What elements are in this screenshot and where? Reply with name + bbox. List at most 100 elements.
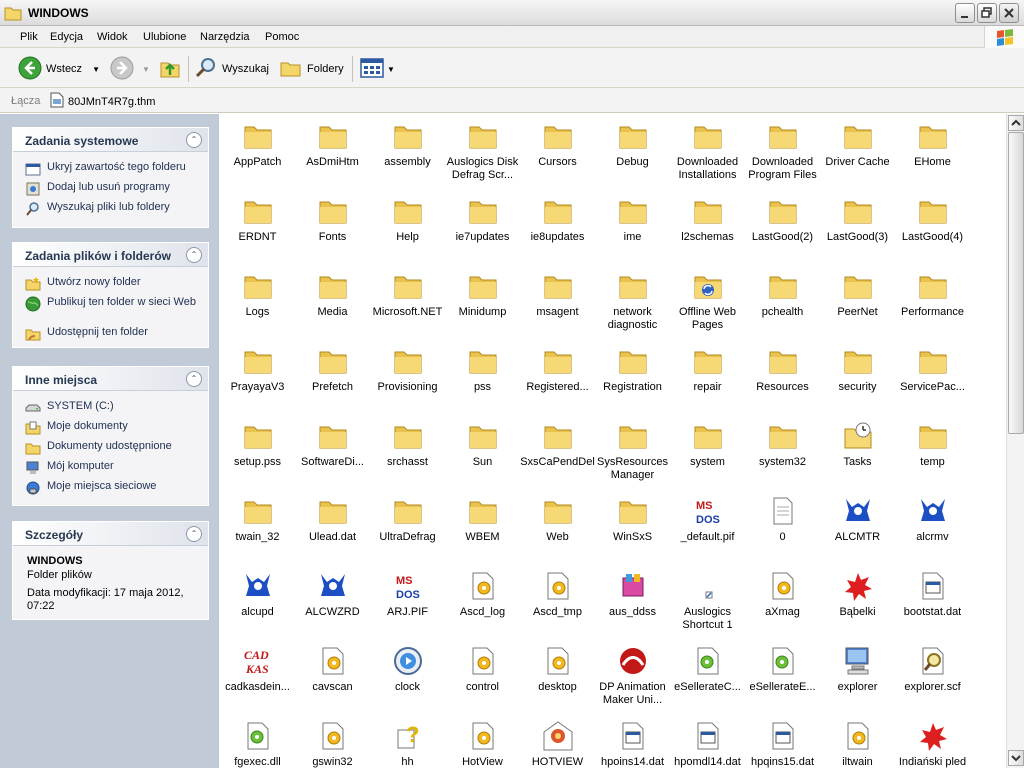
restore-button[interactable] [977,3,997,23]
file-item[interactable]: Downloaded Installations [670,120,745,182]
file-item[interactable]: ServicePac... [895,345,970,394]
file-item[interactable]: pchealth [745,270,820,319]
file-item[interactable]: system32 [745,420,820,469]
file-item[interactable]: aXmag [745,570,820,619]
other-places-header[interactable]: Inne miejsca ⌃ [13,367,208,391]
file-item[interactable]: explorer.scf [895,645,970,694]
file-item[interactable]: SysResources Manager [595,420,670,482]
vertical-scrollbar[interactable] [1006,114,1024,768]
views-button[interactable]: ▼ [360,56,395,82]
file-item[interactable]: HotView [445,720,520,768]
file-item[interactable]: Registered... [520,345,595,394]
views-dropdown-icon[interactable]: ▼ [387,65,395,74]
file-item[interactable]: msagent [520,270,595,319]
file-item[interactable]: Media [295,270,370,319]
file-item[interactable]: pss [445,345,520,394]
file-item[interactable]: Provisioning [370,345,445,394]
add-remove-programs-link[interactable]: Dodaj lub usuń programy [25,181,170,197]
file-item[interactable]: Prefetch [295,345,370,394]
up-folder-button[interactable] [158,56,182,82]
file-item[interactable]: hpqins15.dat [745,720,820,768]
file-item[interactable]: Debug [595,120,670,169]
file-item[interactable]: Help [370,195,445,244]
forward-button[interactable]: ▼ [110,56,150,82]
menu-help[interactable]: Pomoc [265,31,299,43]
shared-documents-link[interactable]: Dokumenty udostępnione [25,440,172,456]
file-item[interactable]: network diagnostic [595,270,670,332]
file-item[interactable]: Microsoft.NET [370,270,445,319]
file-item[interactable]: setup.pss [220,420,295,469]
file-item[interactable]: ? hh [370,720,445,768]
search-files-link[interactable]: Wyszukaj pliki lub foldery [25,201,170,217]
collapse-icon[interactable]: ⌃ [186,132,202,148]
file-item[interactable]: SxsCaPendDel [520,420,595,469]
file-item[interactable]: srchasst [370,420,445,469]
file-item[interactable]: desktop [520,645,595,694]
file-item[interactable]: WinSxS [595,495,670,544]
folders-button[interactable]: Foldery [279,56,344,82]
file-item[interactable]: Performance [895,270,970,319]
file-item[interactable]: MS DOS _default.pif [670,495,745,544]
file-item[interactable]: Web [520,495,595,544]
file-item[interactable]: hpomdl14.dat [670,720,745,768]
file-item[interactable]: repair [670,345,745,394]
file-item[interactable]: 0 [745,495,820,544]
collapse-icon[interactable]: ⌃ [186,371,202,387]
file-item[interactable]: explorer [820,645,895,694]
file-item[interactable]: alcupd [220,570,295,619]
minimize-button[interactable] [955,3,975,23]
file-item[interactable]: DP Animation Maker Uni... [595,645,670,707]
file-item[interactable]: ie8updates [520,195,595,244]
file-item[interactable]: Minidump [445,270,520,319]
file-item[interactable]: ie7updates [445,195,520,244]
menu-favorites[interactable]: Ulubione [143,31,186,43]
file-item[interactable]: gswin32 [295,720,370,768]
file-item[interactable]: Ulead.dat [295,495,370,544]
file-item[interactable]: assembly [370,120,445,169]
file-item[interactable]: alcrmv [895,495,970,544]
file-item[interactable]: Ascd_log [445,570,520,619]
collapse-icon[interactable]: ⌃ [186,247,202,263]
menu-file[interactable]: Plik [20,31,38,43]
file-item[interactable]: Fonts [295,195,370,244]
file-item[interactable]: SoftwareDi... [295,420,370,469]
new-folder-link[interactable]: Utwórz nowy folder [25,276,141,292]
file-item[interactable]: cavscan [295,645,370,694]
scroll-down-button[interactable] [1008,750,1024,766]
file-item[interactable]: ERDNT [220,195,295,244]
forward-dropdown-icon[interactable]: ▼ [142,65,150,74]
file-item[interactable]: clock [370,645,445,694]
file-item[interactable]: temp [895,420,970,469]
share-folder-link[interactable]: Udostępnij ten folder [25,326,148,342]
publish-web-link[interactable]: Publikuj ten folder w sieci Web [25,296,205,312]
file-item[interactable]: AsDmiHtm [295,120,370,169]
file-item[interactable]: eSellerateC... [670,645,745,694]
file-item[interactable]: LastGood(3) [820,195,895,244]
file-item[interactable]: MS DOS ARJ.PIF [370,570,445,619]
system-tasks-header[interactable]: Zadania systemowe ⌃ [13,128,208,152]
details-header[interactable]: Szczegóły ⌃ [13,522,208,546]
file-item[interactable]: HOTVIEW [520,720,595,768]
file-item[interactable]: Auslogics Shortcut 1 [670,570,745,632]
my-computer-link[interactable]: Mój komputer [25,460,114,476]
file-item[interactable]: Driver Cache [820,120,895,169]
file-item[interactable]: LastGood(4) [895,195,970,244]
menu-edit[interactable]: Edycja [50,31,83,43]
file-item[interactable]: Tasks [820,420,895,469]
file-item[interactable]: Cursors [520,120,595,169]
file-item[interactable]: system [670,420,745,469]
file-item[interactable]: CAD KAS cadkasdein... [220,645,295,694]
file-item[interactable]: EHome [895,120,970,169]
file-item[interactable]: UltraDefrag [370,495,445,544]
scroll-up-button[interactable] [1008,115,1024,131]
file-item[interactable]: Registration [595,345,670,394]
file-item[interactable]: WBEM [445,495,520,544]
file-item[interactable]: ime [595,195,670,244]
search-button[interactable]: Wyszukaj [194,56,269,82]
file-item[interactable]: AppPatch [220,120,295,169]
file-item[interactable]: twain_32 [220,495,295,544]
file-item[interactable]: Logs [220,270,295,319]
file-item[interactable]: Downloaded Program Files [745,120,820,182]
my-documents-link[interactable]: Moje dokumenty [25,420,128,436]
file-item[interactable]: PrayayaV3 [220,345,295,394]
